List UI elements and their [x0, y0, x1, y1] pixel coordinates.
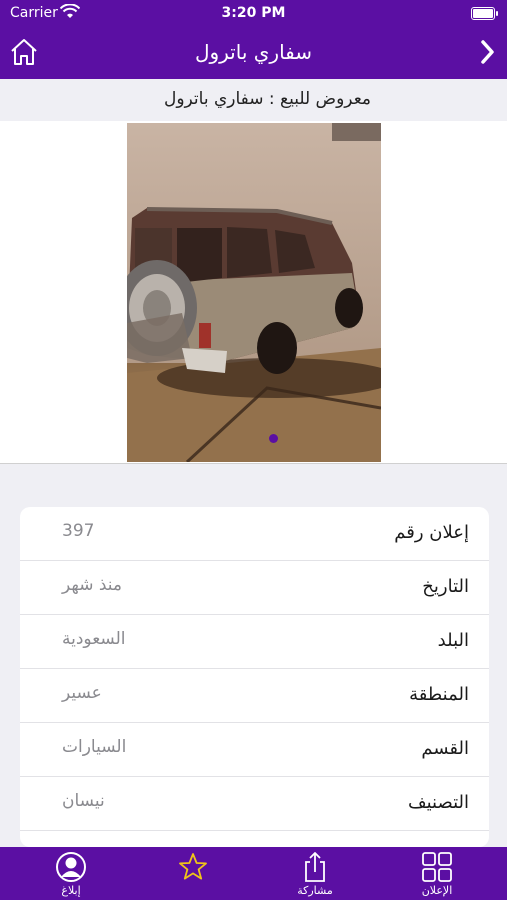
listing-subtitle: معروض للبيع : سفاري باترول	[163, 89, 371, 109]
detail-row-region: المنطقة عسير	[20, 669, 489, 723]
detail-label: القسم	[421, 738, 469, 759]
detail-label: إعلان رقم	[394, 522, 469, 543]
detail-row-country: البلد السعودية	[20, 615, 489, 669]
details-card: إعلان رقم 397 التاريخ منذ شهر البلد السع…	[20, 507, 489, 847]
report-user-icon	[56, 852, 86, 882]
subtitle-bar: معروض للبيع : سفاري باترول	[0, 79, 507, 121]
star-icon	[179, 853, 207, 880]
detail-row-ad-number: إعلان رقم 397	[20, 507, 489, 561]
detail-value: السيارات	[62, 737, 127, 757]
grid-icon	[422, 852, 452, 882]
tab-ad-label: الإعلان	[421, 884, 453, 897]
tab-share[interactable]: مشاركة	[275, 847, 355, 900]
detail-label: المنطقة	[409, 684, 469, 705]
tab-bar: إبلاغ مشاركة الإعلان	[0, 847, 507, 900]
page-title: سفاري باترول	[194, 40, 313, 64]
tab-favorite[interactable]	[153, 847, 233, 900]
detail-label: التصنيف	[407, 792, 469, 813]
navigation-bar: سفاري باترول	[0, 26, 507, 79]
detail-value: نيسان	[62, 791, 105, 811]
detail-row-category: التصنيف نيسان	[20, 777, 489, 831]
home-icon[interactable]	[8, 36, 40, 68]
detail-value: عسير	[62, 683, 102, 703]
tab-ad[interactable]: الإعلان	[397, 847, 477, 900]
chevron-right-icon[interactable]	[475, 37, 499, 67]
tab-report[interactable]: إبلاغ	[31, 847, 111, 900]
clock: 3:20 PM	[221, 5, 286, 21]
detail-label: التاريخ	[422, 576, 469, 597]
detail-value: منذ شهر	[62, 575, 123, 595]
tab-report-label: إبلاغ	[61, 884, 81, 897]
detail-row-section: القسم السيارات	[20, 723, 489, 777]
image-gallery[interactable]	[0, 121, 507, 464]
status-bar: Carrier 3:20 PM	[0, 0, 507, 26]
detail-row-date: التاريخ منذ شهر	[20, 561, 489, 615]
detail-label: البلد	[437, 630, 469, 651]
car-photo[interactable]	[127, 123, 381, 462]
detail-value: السعودية	[62, 629, 126, 649]
battery-icon	[471, 7, 498, 20]
share-icon	[305, 852, 325, 882]
detail-value: 397	[62, 521, 95, 541]
tab-share-label: مشاركة	[297, 884, 333, 897]
page-indicator-dot[interactable]	[269, 434, 278, 443]
